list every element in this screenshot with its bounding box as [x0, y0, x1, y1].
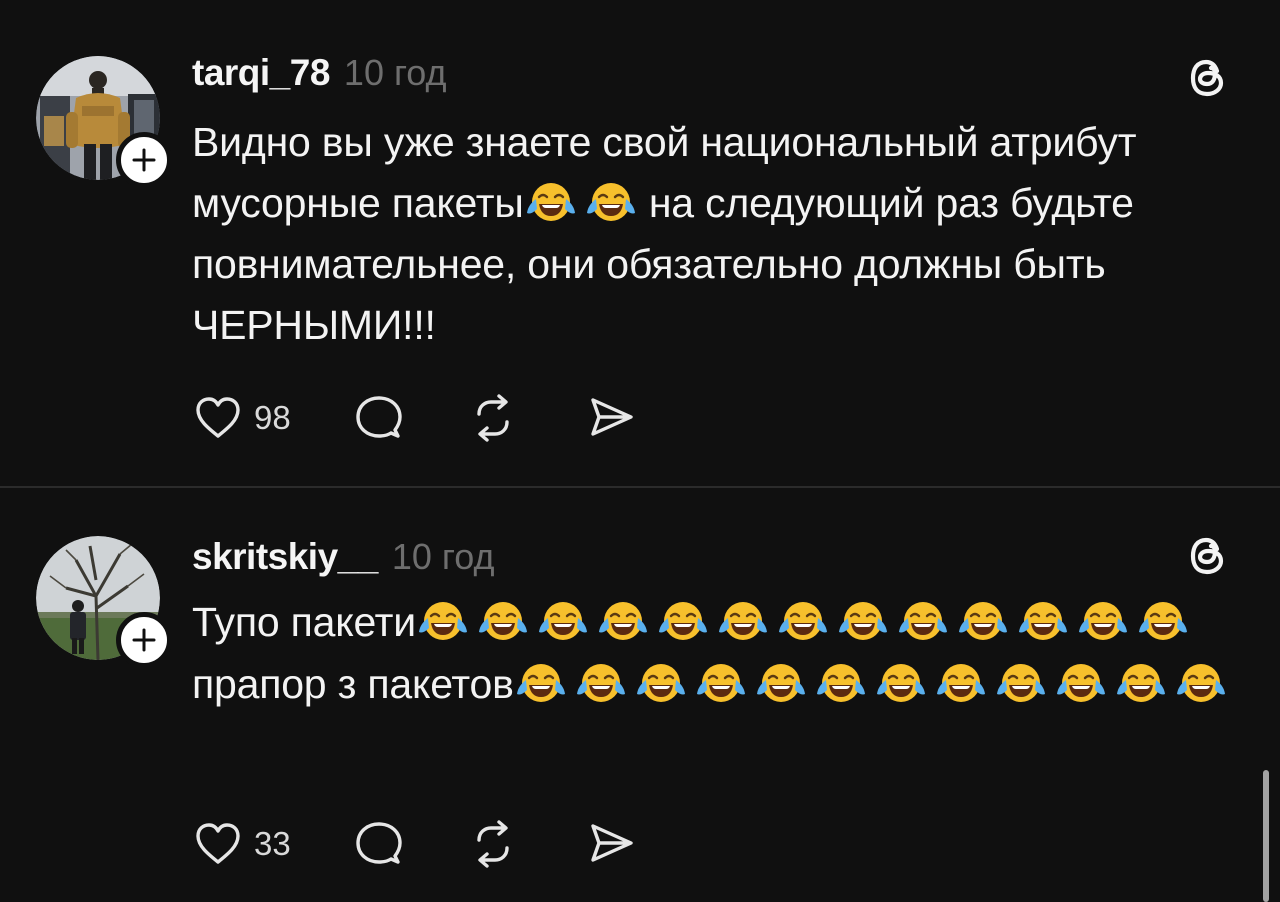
comment-button[interactable]: [351, 816, 407, 872]
like-button[interactable]: 98: [190, 390, 291, 446]
joy-emoji-icon: [994, 660, 1048, 706]
joy-emoji-icon: [634, 660, 688, 706]
comment-icon: [356, 822, 402, 864]
joy-emoji-icon: [416, 598, 470, 644]
share-icon: [591, 398, 633, 436]
emoji-group: 😂😂😂😂😂😂😂😂😂😂😂😂😂: [416, 599, 1190, 645]
joy-emoji-icon: [776, 598, 830, 644]
threads-logo-icon[interactable]: [1182, 530, 1234, 582]
heart-icon: [196, 823, 240, 864]
avatar-container[interactable]: [36, 536, 172, 668]
joy-emoji-icon: [574, 660, 628, 706]
joy-emoji-icon: [584, 179, 638, 225]
threads-logo-icon[interactable]: [1182, 52, 1234, 104]
joy-emoji-icon: [896, 598, 950, 644]
joy-emoji-icon: [1136, 598, 1190, 644]
joy-emoji-icon: [476, 598, 530, 644]
follow-button[interactable]: [116, 612, 172, 668]
post-header: tarqi_78 10 год: [192, 52, 447, 94]
repost-button[interactable]: [465, 390, 521, 446]
joy-emoji-icon: [514, 660, 568, 706]
threads-feed: tarqi_78 10 год Видно вы уже знаете свой…: [0, 0, 1280, 902]
joy-emoji-icon: [814, 660, 868, 706]
like-count: 33: [254, 825, 291, 862]
plus-icon: [132, 148, 156, 172]
avatar-container[interactable]: [36, 56, 172, 188]
joy-emoji-icon: [536, 598, 590, 644]
joy-emoji-icon: [524, 179, 578, 225]
emoji-text: 😂😂😂😂😂😂😂😂😂😂😂😂: [514, 653, 515, 654]
username[interactable]: skritskiy__: [192, 536, 378, 578]
post-text: Видно вы уже знаете свой национальный ат…: [192, 112, 1232, 356]
emoji-text: 😂😂😂😂😂😂😂😂😂😂😂😂😂: [416, 591, 417, 592]
joy-emoji-icon: [1016, 598, 1070, 644]
share-button[interactable]: [583, 816, 639, 872]
joy-emoji-icon: [694, 660, 748, 706]
comment-button[interactable]: [351, 390, 407, 446]
post-text-part-1: Тупо пакети: [192, 599, 416, 645]
emoji-group: 😂😂😂😂😂😂😂😂😂😂😂😂: [514, 661, 1228, 707]
post-tarqi: tarqi_78 10 год Видно вы уже знаете свой…: [0, 0, 1280, 486]
plus-icon: [132, 628, 156, 652]
emoji-group: 😂😂: [524, 180, 638, 226]
repost-icon: [477, 820, 509, 868]
emoji-text: 😂😂: [524, 173, 525, 174]
follow-button[interactable]: [116, 132, 172, 188]
joy-emoji-icon: [596, 598, 650, 644]
action-bar: 98: [190, 390, 639, 446]
timestamp: 10 год: [343, 52, 447, 93]
joy-emoji-icon: [836, 598, 890, 644]
post-skritskiy: skritskiy__ 10 год Тупо пакети😂😂😂😂😂😂😂😂😂😂…: [0, 486, 1280, 902]
timestamp: 10 год: [391, 536, 495, 577]
repost-button[interactable]: [465, 816, 521, 872]
post-text: Тупо пакети😂😂😂😂😂😂😂😂😂😂😂😂😂 прапор з пакето…: [192, 591, 1232, 715]
comment-icon: [356, 396, 402, 438]
share-icon: [591, 824, 633, 862]
like-count: 98: [254, 399, 291, 436]
like-button[interactable]: 33: [190, 816, 291, 872]
joy-emoji-icon: [656, 598, 710, 644]
joy-emoji-icon: [754, 660, 808, 706]
post-text-part-2: прапор з пакетов: [192, 661, 514, 707]
username[interactable]: tarqi_78: [192, 52, 330, 94]
joy-emoji-icon: [1054, 660, 1108, 706]
joy-emoji-icon: [716, 598, 770, 644]
joy-emoji-icon: [1174, 660, 1228, 706]
joy-emoji-icon: [956, 598, 1010, 644]
repost-icon: [477, 394, 509, 442]
joy-emoji-icon: [1114, 660, 1168, 706]
post-header: skritskiy__ 10 год: [192, 536, 494, 578]
joy-emoji-icon: [1076, 598, 1130, 644]
scrollbar[interactable]: [1263, 770, 1269, 902]
heart-icon: [196, 397, 240, 438]
action-bar: 33: [190, 816, 639, 872]
joy-emoji-icon: [874, 660, 928, 706]
share-button[interactable]: [583, 390, 639, 446]
joy-emoji-icon: [934, 660, 988, 706]
